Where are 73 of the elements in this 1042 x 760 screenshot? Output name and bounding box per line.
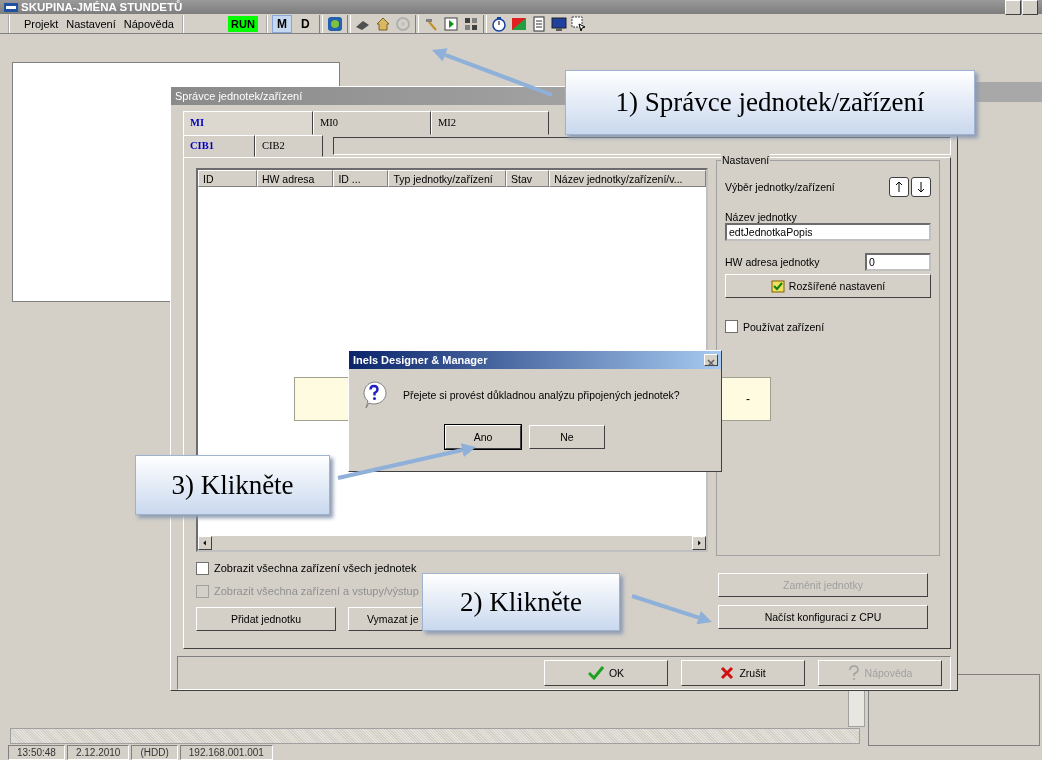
document-icon[interactable] — [530, 15, 547, 32]
checkbox[interactable] — [196, 561, 209, 575]
checklist-icon — [770, 279, 785, 293]
dialog-button[interactable]: Přidat jednotku — [196, 607, 336, 631]
column-header[interactable]: Typ jednotky/zařízení — [388, 170, 506, 187]
group-title: Nastavení — [721, 154, 771, 166]
check-icon — [587, 666, 604, 680]
status-field: 2.12.2010 — [66, 745, 130, 760]
checkbox[interactable] — [725, 320, 738, 333]
dialog-button[interactable]: Ano — [445, 425, 521, 449]
tab[interactable]: MI0 — [313, 111, 431, 135]
status-field: 192.168.001.001 — [179, 745, 273, 760]
field-label: Název jednotky — [725, 211, 798, 223]
annotation-tooltip: 1) Správce jednotek/zařízení — [565, 70, 975, 135]
column-header[interactable]: ID ... — [333, 170, 389, 187]
restore-button[interactable] — [1022, 0, 1038, 15]
help-icon — [847, 665, 860, 681]
menu-item[interactable]: Projekt — [24, 17, 59, 30]
footer-button[interactable]: OK — [544, 660, 668, 686]
checkbox-label: Zobrazit všechna zařízení všech jednotek — [214, 562, 417, 574]
question-icon — [361, 381, 387, 409]
status-field: (HDD) — [131, 745, 178, 760]
tab[interactable]: MI2 — [431, 111, 549, 135]
globe-icon[interactable] — [326, 15, 343, 32]
dialog-title: Inels Designer & Manager — [353, 354, 488, 366]
up-arrow-icon — [894, 181, 904, 193]
annotation-tooltip: 3) Klikněte — [135, 455, 330, 515]
tab[interactable]: CIB2 — [255, 135, 323, 157]
message-text: Přejete si provést důkladnou analýzu připojených jednotek? — [403, 389, 680, 401]
close-icon — [720, 666, 735, 680]
minimize-button[interactable] — [1005, 0, 1021, 15]
side-button[interactable]: Načíst konfiguraci z CPU — [718, 605, 928, 629]
scroll-right-icon[interactable] — [692, 536, 706, 550]
menu-item[interactable]: Nastavení — [66, 17, 116, 30]
mode-button[interactable]: D — [295, 14, 315, 33]
app-logo-icon — [4, 2, 18, 12]
column-header[interactable]: Stav — [506, 170, 550, 187]
table-scrollbar[interactable] — [198, 536, 706, 550]
close-button[interactable] — [704, 354, 718, 366]
column-header[interactable]: Název jednotky/zařízení/v... — [549, 170, 706, 187]
address-input[interactable]: 0 — [865, 253, 931, 271]
checkbox-label: Zobrazit všechna zařízení a vstupy/výstup — [214, 585, 419, 597]
footer-button[interactable]: Zrušit — [681, 660, 805, 686]
field-label: HW adresa jednotky — [725, 256, 820, 268]
name-input[interactable]: edtJednotkaPopis — [725, 223, 931, 241]
scroll-left-icon[interactable] — [198, 536, 212, 550]
info-text: - — [746, 392, 750, 406]
monitor-icon[interactable] — [550, 15, 567, 32]
checkbox-label: Používat zařízení — [743, 320, 825, 333]
advanced-settings-button[interactable]: Rozšířené nastavení — [725, 274, 931, 298]
house-icon[interactable] — [374, 15, 391, 32]
down-arrow-icon — [916, 181, 926, 193]
tab[interactable]: MI — [183, 111, 313, 135]
column-header[interactable]: ID — [198, 170, 257, 187]
cursor-icon[interactable] — [570, 15, 587, 32]
field-label: Výběr jednotky/zařízení — [725, 181, 835, 193]
column-header[interactable]: HW adresa — [256, 170, 334, 187]
menu-item[interactable]: Nápověda — [123, 17, 174, 30]
tab[interactable]: CIB1 — [183, 135, 255, 157]
dialog-button[interactable]: Ne — [529, 425, 605, 449]
down-arrow-button[interactable] — [911, 177, 931, 197]
window-title: SKUPINA-JMÉNA STUNDETŮ — [21, 1, 183, 13]
grid-icon[interactable] — [462, 15, 479, 32]
horizontal-scrollbar[interactable] — [10, 728, 860, 744]
vertical-scrollbar[interactable] — [848, 689, 865, 727]
chart-icon[interactable] — [510, 15, 527, 32]
mode-button[interactable]: M — [271, 14, 292, 33]
stopwatch-icon[interactable] — [490, 15, 507, 32]
annotation-tooltip: 2) Klikněte — [422, 573, 620, 631]
play-icon[interactable] — [442, 15, 459, 32]
status-field: 13:50:48 — [8, 745, 65, 760]
run-indicator[interactable]: RUN — [228, 15, 258, 32]
up-arrow-button[interactable] — [889, 177, 909, 197]
